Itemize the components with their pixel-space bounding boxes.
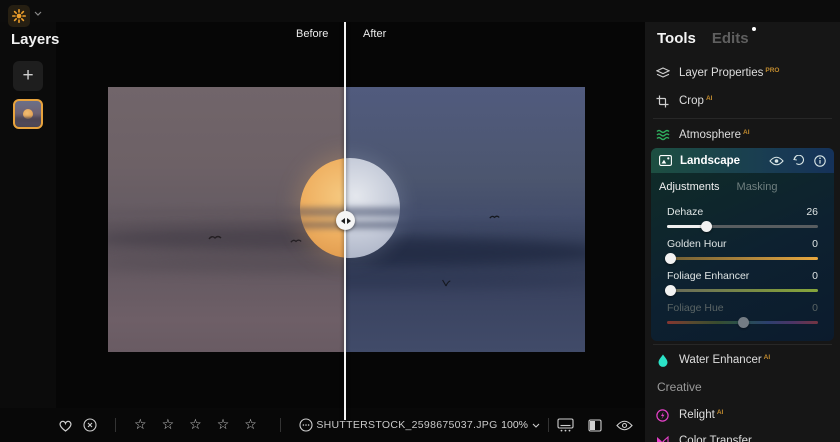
rating-star-4[interactable]: ☆ — [217, 417, 235, 433]
slider-label: Foliage Enhancer — [667, 270, 750, 282]
bird-silhouette — [290, 239, 302, 243]
arrow-right-icon — [346, 217, 351, 224]
chevron-down-icon — [532, 423, 540, 428]
edits-notification-dot — [751, 27, 756, 31]
arrow-left-icon — [340, 217, 345, 224]
tool-label: Water Enhancer AI — [679, 354, 771, 366]
tool-layer-properties[interactable]: Layer Properties PRO — [645, 60, 840, 86]
foliage-enhancer-track[interactable] — [665, 285, 818, 296]
zoom-level-value: 100% — [501, 419, 528, 431]
reject-circle-x-icon[interactable] — [83, 418, 97, 432]
atmosphere-waves-icon — [655, 129, 670, 141]
tool-water-enhancer[interactable]: Water Enhancer AI — [645, 347, 840, 373]
relight-icon — [655, 408, 670, 422]
foliage-hue-track[interactable] — [667, 317, 818, 328]
slider-foliage-enhancer: Foliage Enhancer 0 — [665, 270, 818, 296]
creative-section-heading: Creative — [657, 380, 702, 394]
tab-edits-label: Edits — [711, 30, 749, 47]
slider-golden-hour: Golden Hour 0 — [665, 238, 818, 264]
app-logo-icon[interactable] — [8, 5, 30, 27]
tool-crop[interactable]: Crop AI — [645, 88, 840, 114]
panel-divider — [653, 344, 832, 345]
bird-silhouette — [489, 215, 500, 219]
tool-label: Atmosphere AI — [679, 129, 750, 141]
golden-hour-thumb[interactable] — [665, 253, 676, 264]
dehaze-track[interactable] — [667, 221, 818, 232]
landscape-header[interactable]: Landscape — [651, 148, 834, 173]
slider-value: 0 — [812, 238, 818, 250]
slider-label: Dehaze — [667, 206, 704, 218]
layers-stack-icon — [655, 67, 670, 79]
panel-divider — [653, 118, 832, 119]
visibility-eye-icon[interactable] — [769, 156, 784, 166]
zoom-level-dropdown[interactable]: 100% — [501, 419, 540, 431]
bird-silhouette — [208, 235, 222, 240]
slider-value: 0 — [812, 302, 818, 314]
luminar-app-window: Catalog Presets Edit — [0, 0, 840, 442]
tool-label: Relight AI — [679, 409, 724, 421]
rating-star-1[interactable]: ☆ — [134, 417, 152, 433]
current-filename: SHUTTERSTOCK_2598675037.JPG — [316, 419, 498, 431]
filmstrip-view-icon[interactable] — [557, 418, 574, 432]
tab-tools[interactable]: Tools — [657, 30, 696, 47]
favorite-heart-icon[interactable] — [58, 419, 73, 432]
logo-menu-chevron-icon[interactable] — [34, 11, 42, 16]
crop-icon — [655, 95, 670, 108]
tool-atmosphere[interactable]: Atmosphere AI — [645, 122, 840, 148]
compare-drag-handle[interactable] — [336, 211, 355, 230]
tool-color-transfer[interactable]: Color Transfer — [645, 428, 840, 442]
titlebar — [0, 0, 840, 22]
layer-thumbnail-selected[interactable] — [13, 99, 43, 129]
tool-label: Crop AI — [679, 95, 713, 107]
foliage-enhancer-thumb[interactable] — [665, 285, 676, 296]
more-options-icon[interactable] — [299, 418, 313, 432]
water-drop-icon — [655, 354, 670, 367]
rating-star-2[interactable]: ☆ — [162, 417, 180, 433]
add-layer-button[interactable]: + — [13, 61, 43, 91]
landscape-tab-masking[interactable]: Masking — [737, 181, 778, 193]
layers-title: Layers — [11, 31, 60, 48]
preview-eye-icon[interactable] — [616, 420, 633, 431]
foliage-hue-thumb[interactable] — [737, 317, 749, 328]
tools-panel: Tools Edits Layer Properties PRO Crop AI A… — [645, 22, 840, 442]
undo-icon[interactable] — [793, 155, 805, 166]
slider-value: 0 — [812, 270, 818, 282]
info-icon[interactable] — [814, 154, 826, 167]
tool-landscape-expanded: Landscape Adjustments Masking Dehaze 26 — [651, 148, 834, 341]
before-after-split-icon[interactable] — [588, 418, 602, 432]
rating-star-3[interactable]: ☆ — [189, 417, 207, 433]
thumbnail-cloud — [15, 117, 41, 122]
toolbar-divider — [279, 418, 281, 432]
tool-label: Color Transfer — [679, 435, 752, 442]
layers-panel: Layers + — [0, 22, 60, 408]
toolbar-divider — [115, 418, 116, 432]
sunburst-icon — [12, 9, 26, 23]
after-image-half — [345, 87, 585, 352]
landscape-image-icon — [659, 155, 672, 166]
dehaze-thumb[interactable] — [701, 221, 713, 232]
before-label: Before — [296, 28, 329, 40]
before-image-half — [108, 87, 345, 352]
slider-dehaze: Dehaze 26 — [667, 206, 818, 232]
slider-value: 26 — [806, 206, 818, 218]
landscape-tab-adjustments[interactable]: Adjustments — [659, 181, 720, 193]
slider-label: Foliage Hue — [667, 302, 724, 314]
color-transfer-icon — [655, 435, 670, 442]
tool-label: Layer Properties PRO — [679, 67, 780, 79]
landscape-title: Landscape — [680, 154, 741, 167]
golden-hour-track[interactable] — [665, 253, 818, 264]
bottom-toolbar: ☆ ☆ ☆ ☆ ☆ SHUTTERSTOCK_2598675037.JPG 10… — [0, 408, 645, 442]
bird-silhouette — [442, 279, 451, 287]
after-label: After — [363, 28, 387, 40]
toolbar-divider — [548, 418, 549, 432]
tool-relight[interactable]: Relight AI — [645, 402, 840, 428]
slider-foliage-hue: Foliage Hue 0 — [667, 302, 818, 328]
rating-star-5[interactable]: ☆ — [244, 417, 262, 433]
slider-label: Golden Hour — [667, 238, 727, 250]
tab-edits[interactable]: Edits — [711, 27, 756, 47]
